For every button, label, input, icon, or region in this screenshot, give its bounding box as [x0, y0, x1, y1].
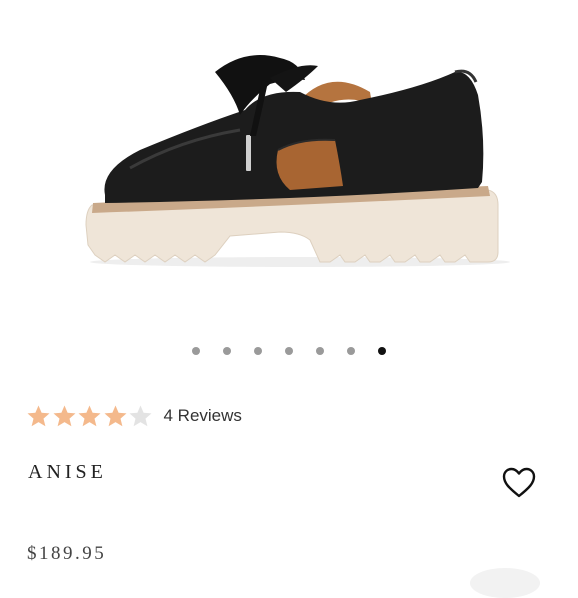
reviews-link[interactable]: 4 Reviews: [164, 406, 242, 426]
floating-action-button[interactable]: [470, 568, 540, 598]
star-filled-icon: [104, 405, 126, 426]
carousel-dot[interactable]: [316, 347, 324, 355]
star-filled-icon: [53, 405, 75, 426]
star-filled-icon: [78, 405, 101, 426]
star-rating: [26, 404, 154, 429]
product-name: ANISE: [28, 461, 107, 483]
carousel-dot[interactable]: [285, 347, 293, 355]
wishlist-button[interactable]: [501, 466, 537, 500]
carousel-dot[interactable]: [378, 347, 386, 355]
rating-row: 4 Reviews: [26, 403, 242, 429]
carousel-dot[interactable]: [192, 347, 200, 355]
carousel-indicators: [0, 343, 578, 359]
product-price: $189.95: [27, 543, 107, 564]
star-filled-icon: [27, 405, 50, 426]
carousel-dot[interactable]: [254, 347, 262, 355]
shoe-image: [85, 55, 510, 267]
carousel-dot[interactable]: [223, 347, 231, 355]
heart-outline-icon: [502, 467, 536, 498]
product-image[interactable]: [0, 0, 578, 330]
carousel-dot[interactable]: [347, 347, 355, 355]
star-empty-icon: [129, 405, 152, 426]
